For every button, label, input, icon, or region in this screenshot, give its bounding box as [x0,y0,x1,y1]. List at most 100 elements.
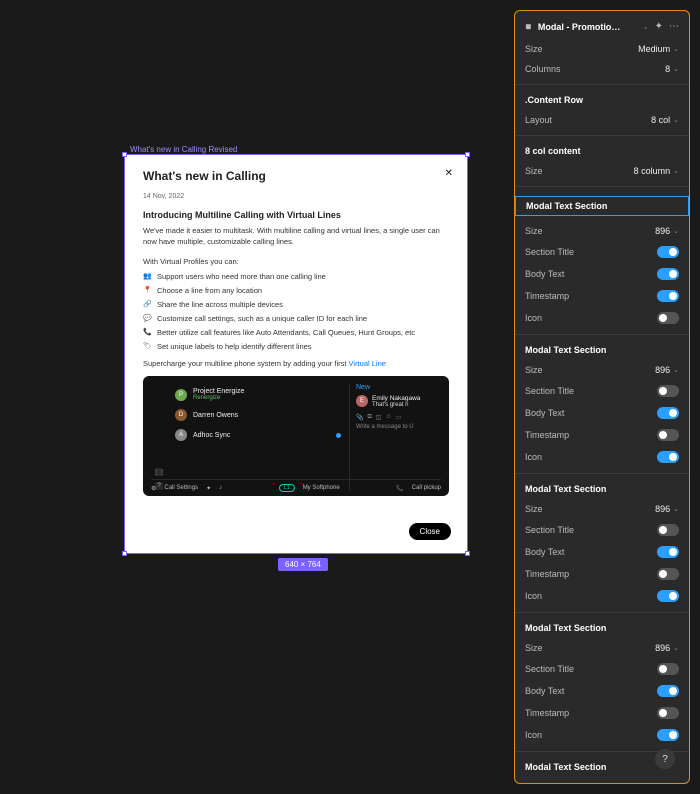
modal-frame[interactable]: What's new in Calling ✕ 14 Nov, 2022 Int… [124,154,468,554]
close-icon[interactable]: ✕ [445,168,453,179]
cta-link[interactable]: Virtual Line [349,359,386,368]
property-value[interactable]: 896⌄ [655,643,679,653]
pickup-icon[interactable]: 📞 [396,485,403,492]
mic-icon[interactable]: ✦ [206,485,211,492]
toggle[interactable] [657,729,679,741]
chevron-down-icon: ⌄ [673,65,679,73]
property-row: Size896⌄ [525,504,679,514]
property-label: Size [525,365,543,375]
divider [515,473,689,474]
property-row: Icon [525,451,679,463]
divider [515,334,689,335]
section-header[interactable]: Modal Text Section [525,623,679,633]
compose-input[interactable]: Write a message to U [356,424,441,430]
toggle[interactable] [657,590,679,602]
rail-icon[interactable]: ⋮⋮ [155,468,163,476]
call-settings-label[interactable]: Call Settings [164,485,198,491]
section-header[interactable]: .Content Row [525,95,679,105]
new-label: New [356,384,441,391]
chevron-down-icon: ⌄ [673,116,679,124]
toggle[interactable] [657,685,679,697]
panel-title[interactable]: Modal - Promotio… [538,22,637,32]
property-row: Section Title [525,524,679,536]
emoji-icon[interactable]: ☺ [385,414,391,421]
feature-item: 🔗Share the line across multiple devices [143,300,449,309]
feature-text: Set unique labels to help identify diffe… [157,342,312,351]
property-value[interactable]: 896⌄ [655,226,679,236]
modal-content: What's new in Calling ✕ 14 Nov, 2022 Int… [125,155,467,553]
item-sub: Renergize [193,395,244,401]
close-button[interactable]: Close [409,523,451,540]
property-label: Size [525,44,543,54]
toggle[interactable] [657,268,679,280]
section-header[interactable]: Modal Text Section [525,484,679,494]
toggle[interactable] [657,546,679,558]
list-item[interactable]: D Darren Owens [173,405,343,425]
property-label: Columns [525,64,561,74]
selected-section[interactable]: Modal Text Section [515,196,689,216]
toggle[interactable] [657,451,679,463]
format-icon[interactable]: ▭ [396,414,402,421]
toggle[interactable] [657,385,679,397]
gif-icon[interactable]: ◫ [376,414,382,421]
screenshot-icon[interactable]: ⧉ [367,414,371,421]
modal-lead: With Virtual Profiles you can: [143,257,449,266]
property-label: Section Title [525,386,574,396]
feature-item: 💬Customize call settings, such as a uniq… [143,314,449,323]
frame-label[interactable]: What's new in Calling Revised [130,145,237,154]
modal-body-text: We've made it easier to multitask. With … [143,226,449,247]
toggle[interactable] [657,246,679,258]
modal-title: What's new in Calling [143,169,449,183]
property-label: Icon [525,313,542,323]
property-value[interactable]: 8 column⌄ [634,166,679,176]
property-value[interactable]: 896⌄ [655,504,679,514]
toggle[interactable] [657,707,679,719]
chevron-down-icon[interactable]: ⌄ [643,23,649,31]
preview-bottom-bar: ⚙ Call Settings ✦ ♪ L1 My Softphone 📞 Ca… [151,479,441,492]
property-value[interactable]: Medium⌄ [638,44,679,54]
toggle[interactable] [657,407,679,419]
property-label: Layout [525,115,552,125]
compose-toolbar: 📎 ⧉ ◫ ☺ ▭ [356,414,441,421]
property-row: Size 896⌄ [525,226,679,236]
property-row: Layout 8 col⌄ [525,115,679,125]
avatar-icon: D [175,409,187,421]
feature-icon: 🏷 [143,342,151,350]
toggle[interactable] [657,429,679,441]
section-header: Modal Text Section [526,201,678,211]
toggle[interactable] [657,290,679,302]
section-header[interactable]: Modal Text Section [525,345,679,355]
property-value[interactable]: 8 col⌄ [651,115,679,125]
item-name: Darren Owens [193,412,238,419]
property-row: Icon [525,312,679,324]
property-row: Icon [525,590,679,602]
line-badge[interactable]: L1 [279,484,295,492]
toggle[interactable] [657,663,679,675]
property-label: Size [525,166,543,176]
property-label: Size [525,643,543,653]
property-label: Size [525,782,543,784]
feature-text: Support users who need more than one cal… [157,272,326,281]
help-button[interactable]: ? [655,749,675,769]
item-name: Project Energize [193,388,244,395]
property-value[interactable]: 896⌄ [655,782,679,784]
softphone-label[interactable]: My Softphone [303,485,340,491]
property-row: Section Title [525,246,679,258]
target-icon[interactable]: ✦ [655,21,663,32]
toggle[interactable] [657,568,679,580]
list-item[interactable]: AAdhoc Sync [173,425,343,445]
toggle[interactable] [657,524,679,536]
property-label: Size [525,226,543,236]
property-label: Section Title [525,247,574,257]
property-value[interactable]: 8⌄ [665,64,679,74]
property-value[interactable]: 896⌄ [655,365,679,375]
section-header[interactable]: 8 col content [525,146,679,156]
list-item[interactable]: PProject EnergizeRenergize [173,384,343,405]
toggle[interactable] [657,312,679,324]
speaker-icon[interactable]: ♪ [219,485,222,491]
pickup-label[interactable]: Call pickup [412,485,441,491]
attach-icon[interactable]: 📎 [356,414,363,421]
more-icon[interactable]: ⋯ [669,21,679,32]
canvas[interactable]: What's new in Calling Revised What's new… [0,0,518,794]
call-settings-icon[interactable]: ⚙ [151,485,156,492]
